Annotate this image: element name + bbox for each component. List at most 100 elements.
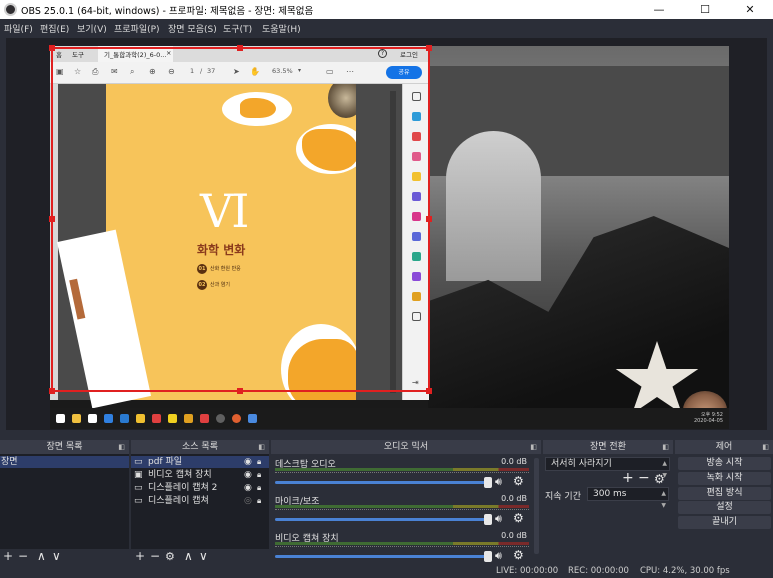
spin-arrows-icon[interactable]: ▲ ▼ — [661, 488, 666, 512]
resize-handle[interactable] — [49, 388, 55, 394]
exit-button[interactable]: 끝내기 — [678, 516, 771, 529]
source-item[interactable]: ▭ 디스플레이 캡쳐 2 ◉ 🔒︎ — [131, 482, 269, 494]
speaker-icon[interactable]: 🔊︎ — [495, 549, 502, 563]
resize-handle[interactable] — [237, 388, 243, 394]
browser-icon — [232, 414, 241, 423]
eye-icon[interactable]: ◉ — [244, 482, 252, 494]
resize-handle[interactable] — [426, 388, 432, 394]
add-source-button[interactable]: + — [135, 549, 145, 564]
menu-bar: 파일(F) 편집(E) 보기(V) 프로파일(P) 장면 모음(S) 도구(T)… — [0, 19, 773, 37]
remove-scene-button[interactable]: − — [18, 549, 28, 564]
resize-handle[interactable] — [49, 45, 55, 51]
desktop-wallpaper — [428, 46, 729, 429]
source-item[interactable]: ▭ pdf 파일 ◉ 🔒︎ — [131, 456, 269, 468]
mixer-gear-icon[interactable]: ⚙ — [513, 474, 524, 488]
sources-dock-title: 소스 목록 ◧ — [131, 440, 269, 454]
move-scene-down-button[interactable]: ∨ — [52, 549, 61, 564]
resize-handle[interactable] — [426, 216, 432, 222]
eye-hidden-icon[interactable]: ◎ — [244, 495, 252, 507]
settings-button[interactable]: 설정 — [678, 501, 771, 514]
volume-slider-handle[interactable] — [484, 514, 492, 525]
exit-label: 끝내기 — [712, 517, 737, 527]
mixer-channel: 데스크탑 오디오 0.0 dB 🔊︎ ⚙ — [273, 457, 535, 493]
image-icon: ▭ — [134, 457, 143, 467]
speaker-icon[interactable]: 🔊︎ — [495, 475, 502, 489]
monitor-icon: ▭ — [134, 496, 143, 506]
menu-scene-collection[interactable]: 장면 모음(S) — [168, 22, 217, 35]
menu-help[interactable]: 도움말(H) — [262, 22, 301, 35]
mixer-gear-icon[interactable]: ⚙ — [513, 511, 524, 525]
store-icon — [88, 414, 97, 423]
dock-float-icon[interactable]: ◧ — [258, 440, 265, 454]
desktop-taskbar: 오후 9:52 2020-04-05 — [50, 408, 729, 429]
controls-dock-title-label: 제어 — [715, 442, 733, 452]
menu-edit[interactable]: 편집(E) — [40, 22, 69, 35]
lock-icon[interactable]: 🔒︎ — [257, 482, 261, 494]
speaker-icon[interactable]: 🔊︎ — [495, 512, 502, 526]
lock-icon[interactable]: 🔒︎ — [257, 495, 261, 507]
mixer-gear-icon[interactable]: ⚙ — [513, 548, 524, 562]
move-source-down-button[interactable]: ∨ — [199, 549, 208, 564]
minimize-button[interactable]: — — [636, 0, 682, 19]
add-scene-button[interactable]: + — [3, 549, 13, 564]
resize-handle[interactable] — [237, 45, 243, 51]
studio-mode-button[interactable]: 편집 방식 — [678, 487, 771, 500]
clock-date: 2020-04-05 — [693, 418, 723, 424]
menu-file[interactable]: 파일(F) — [4, 22, 33, 35]
acrobat-icon — [200, 414, 209, 423]
dock-float-icon[interactable]: ◧ — [762, 440, 769, 454]
source-item[interactable]: ▭ 디스플레이 캡쳐 ◎ 🔒︎ — [131, 495, 269, 507]
chat-icon — [168, 414, 177, 423]
close-button[interactable]: ✕ — [727, 0, 773, 19]
eye-icon[interactable]: ◉ — [244, 456, 252, 468]
move-scene-up-button[interactable]: ∧ — [37, 549, 46, 564]
add-transition-button[interactable]: + — [622, 470, 634, 486]
wallpaper-arch — [446, 131, 541, 281]
move-source-up-button[interactable]: ∧ — [184, 549, 193, 564]
resize-handle[interactable] — [426, 45, 432, 51]
maximize-button[interactable]: ☐ — [682, 0, 728, 19]
dock-float-icon[interactable]: ◧ — [530, 440, 537, 454]
status-bar: LIVE: 00:00:00 REC: 00:00:00 CPU: 4.2%, … — [0, 565, 773, 578]
audio-mixer-dock: 오디오 믹서 ◧ 데스크탑 오디오 0.0 dB 🔊︎ ⚙ 마이크/보조 0.0… — [271, 440, 541, 564]
sources-dock: 소스 목록 ◧ ▭ pdf 파일 ◉ 🔒︎ ▣ 비디오 캡쳐 장치 ◉ 🔒︎ ▭… — [131, 440, 269, 564]
volume-slider-handle[interactable] — [484, 477, 492, 488]
scene-item[interactable]: 장면 — [0, 456, 129, 468]
mixer-scrollbar[interactable] — [534, 458, 539, 554]
volume-slider-handle[interactable] — [484, 551, 492, 562]
dock-float-icon[interactable]: ◧ — [662, 440, 669, 454]
volume-slider[interactable] — [275, 518, 488, 521]
start-streaming-button[interactable]: 방송 시작 — [678, 457, 771, 470]
volume-slider[interactable] — [275, 481, 488, 484]
remove-transition-button[interactable]: − — [638, 470, 650, 486]
sources-list[interactable]: ▭ pdf 파일 ◉ 🔒︎ ▣ 비디오 캡쳐 장치 ◉ 🔒︎ ▭ 디스플레이 캡… — [131, 454, 269, 549]
eye-icon[interactable]: ◉ — [244, 469, 252, 481]
source-item-label: 디스플레이 캡쳐 — [148, 496, 209, 506]
menu-view[interactable]: 보기(V) — [77, 22, 107, 35]
menu-profile[interactable]: 프로파일(P) — [114, 22, 160, 35]
volume-slider[interactable] — [275, 555, 488, 558]
resize-handle[interactable] — [49, 216, 55, 222]
scenes-dock-title: 장면 목록 ◧ — [0, 440, 129, 454]
scenes-list[interactable]: 장면 — [0, 454, 129, 549]
kakao-icon — [136, 414, 145, 423]
volume-meter — [275, 505, 529, 508]
scene-item-label: 장면 — [1, 457, 18, 467]
source-item[interactable]: ▣ 비디오 캡쳐 장치 ◉ 🔒︎ — [131, 469, 269, 481]
remove-source-button[interactable]: − — [150, 549, 160, 564]
lock-icon[interactable]: 🔒︎ — [257, 469, 261, 481]
lock-icon[interactable]: 🔒︎ — [257, 456, 261, 468]
sources-dock-title-label: 소스 목록 — [182, 442, 218, 452]
duration-spinbox[interactable]: 300 ms ▲ ▼ — [587, 487, 669, 509]
mixer-channel-db: 0.0 dB — [501, 494, 527, 503]
source-selection-box[interactable] — [49, 45, 432, 394]
duration-value: 300 ms — [593, 489, 627, 499]
transition-select[interactable]: 서서히 사라지기 ▲ ▼ — [545, 457, 670, 479]
start-recording-button[interactable]: 녹화 시작 — [678, 472, 771, 485]
scenes-dock-title-label: 장면 목록 — [46, 442, 83, 452]
menu-tools[interactable]: 도구(T) — [223, 22, 252, 35]
dock-float-icon[interactable]: ◧ — [118, 440, 125, 454]
settings-label: 설정 — [716, 502, 733, 512]
source-properties-gear-icon[interactable]: ⚙ — [165, 549, 175, 564]
transition-properties-gear-icon[interactable]: ⚙ — [654, 472, 665, 486]
